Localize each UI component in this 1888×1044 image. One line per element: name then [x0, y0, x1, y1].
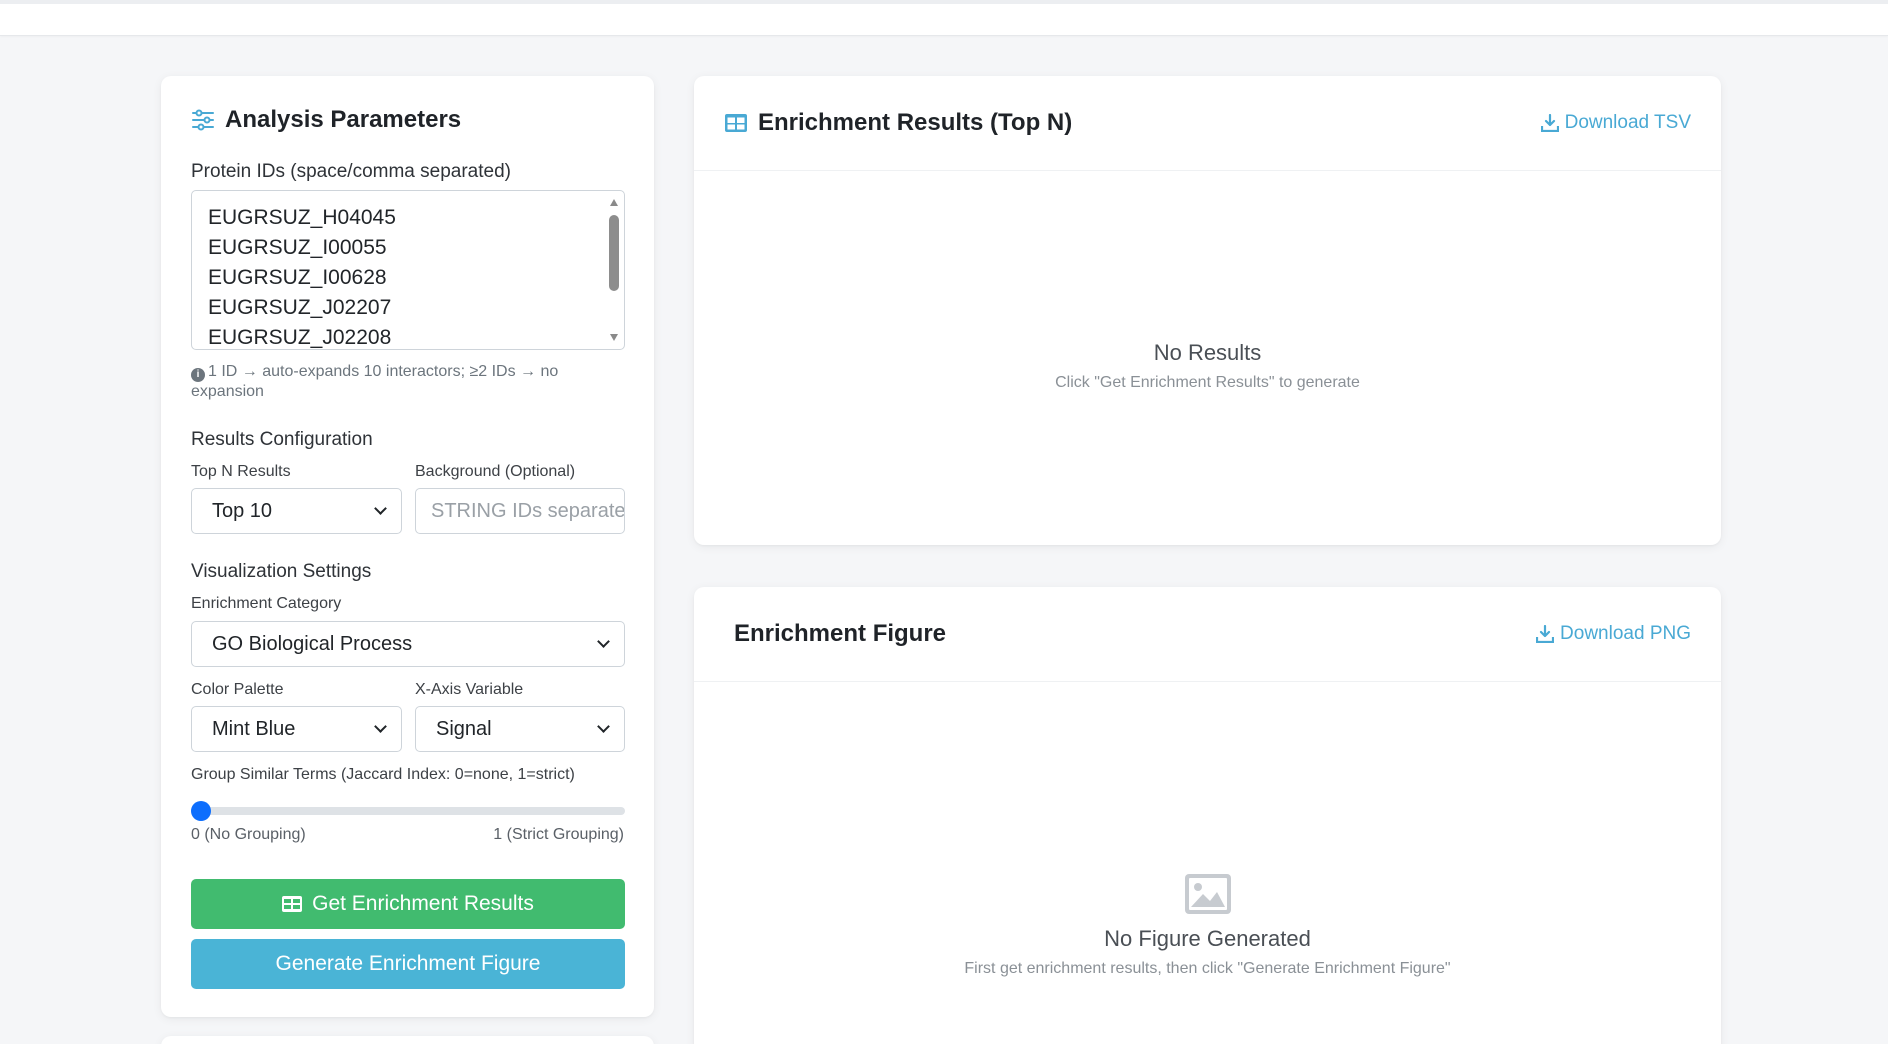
- analysis-parameters-title: Analysis Parameters: [225, 106, 462, 133]
- enrichment-category-value: GO Biological Process: [212, 632, 413, 655]
- chevron-down-icon: [374, 502, 387, 515]
- enrichment-figure-title: Enrichment Figure: [734, 620, 947, 647]
- top-n-select[interactable]: Top 10: [191, 488, 402, 534]
- enrichment-results-header: Enrichment Results (Top N) Download TSV: [694, 76, 1721, 171]
- download-icon: [1536, 625, 1555, 643]
- chevron-down-icon: [597, 720, 610, 733]
- secondary-card: [161, 1036, 654, 1044]
- background-placeholder: STRING IDs separated: [431, 499, 625, 522]
- slider-thumb[interactable]: [191, 801, 211, 821]
- enrichment-results-title: Enrichment Results (Top N): [758, 109, 1073, 136]
- textarea-scrollbar[interactable]: [606, 193, 622, 347]
- x-axis-value: Signal: [436, 717, 492, 740]
- table-icon: [725, 114, 747, 132]
- image-icon: [1184, 874, 1231, 914]
- table-icon: [282, 896, 303, 912]
- enrichment-category-select[interactable]: GO Biological Process: [191, 621, 625, 667]
- download-tsv-link[interactable]: Download TSV: [1540, 112, 1691, 134]
- protein-ids-textarea[interactable]: EUGRSUZ_H04045 EUGRSUZ_I00055 EUGRSUZ_I006…: [191, 190, 625, 350]
- protein-ids-hint: i1 ID → auto-expands 10 interactors; ≥2 …: [191, 362, 625, 402]
- group-similar-terms-label: Group Similar Terms (Jaccard Index: 0=no…: [191, 766, 575, 783]
- generate-enrichment-figure-button[interactable]: Generate Enrichment Figure: [191, 939, 625, 989]
- protein-id-line: EUGRSUZ_I00628: [208, 266, 387, 289]
- get-enrichment-results-label: Get Enrichment Results: [312, 892, 534, 915]
- visualization-settings-heading: Visualization Settings: [191, 561, 372, 582]
- figure-empty-state: No Figure Generated First get enrichment…: [694, 874, 1721, 978]
- scroll-up-arrow-icon[interactable]: [610, 199, 618, 206]
- results-empty-subtitle: Click "Get Enrichment Results" to genera…: [1055, 374, 1360, 391]
- get-enrichment-results-button[interactable]: Get Enrichment Results: [191, 879, 625, 929]
- enrichment-results-title-group: Enrichment Results (Top N): [724, 109, 1072, 137]
- top-n-value: Top 10: [212, 499, 273, 522]
- download-tsv-label: Download TSV: [1564, 112, 1691, 133]
- background-input[interactable]: STRING IDs separated: [415, 488, 625, 534]
- protein-id-line: EUGRSUZ_I00055: [208, 236, 387, 259]
- figure-empty-subtitle: First get enrichment results, then click…: [964, 960, 1451, 977]
- enrichment-category-label: Enrichment Category: [191, 595, 342, 612]
- protein-ids-list: EUGRSUZ_H04045 EUGRSUZ_I00055 EUGRSUZ_I006…: [192, 191, 624, 349]
- protein-id-line: EUGRSUZ_J02208: [208, 326, 392, 349]
- info-icon: i: [191, 368, 205, 382]
- background-label: Background (Optional): [415, 463, 576, 480]
- download-png-label: Download PNG: [1560, 623, 1691, 644]
- slider-max-label: 1 (Strict Grouping): [493, 826, 624, 843]
- chevron-down-icon: [374, 720, 387, 733]
- x-axis-select[interactable]: Signal: [415, 706, 625, 752]
- download-png-link[interactable]: Download PNG: [1536, 623, 1691, 645]
- figure-empty-title: No Figure Generated: [1104, 926, 1311, 951]
- color-palette-select[interactable]: Mint Blue: [191, 706, 402, 752]
- results-empty-state: No Results Click "Get Enrichment Results…: [694, 340, 1721, 392]
- protein-ids-label: Protein IDs (space/comma separated): [191, 161, 511, 182]
- generate-enrichment-figure-label: Generate Enrichment Figure: [275, 952, 541, 975]
- download-icon: [1540, 114, 1559, 132]
- enrichment-results-card: Enrichment Results (Top N) Download TSV …: [694, 76, 1721, 545]
- results-config-heading: Results Configuration: [191, 429, 373, 450]
- chevron-down-icon: [597, 635, 610, 648]
- top-n-label: Top N Results: [191, 463, 291, 480]
- slider-min-label: 0 (No Grouping): [191, 826, 306, 843]
- sliders-icon: [192, 109, 214, 131]
- group-similar-terms-slider[interactable]: [191, 807, 625, 815]
- scroll-thumb[interactable]: [609, 215, 619, 291]
- protein-id-line: EUGRSUZ_J02207: [208, 296, 392, 319]
- color-palette-value: Mint Blue: [212, 717, 296, 740]
- top-navbar: [0, 0, 1888, 36]
- analysis-parameters-card: Analysis Parameters Protein IDs (space/c…: [161, 76, 654, 1017]
- scroll-down-arrow-icon[interactable]: [610, 334, 618, 341]
- color-palette-label: Color Palette: [191, 681, 284, 698]
- enrichment-figure-card: Enrichment Figure Download PNG No Figure…: [694, 587, 1721, 1044]
- analysis-parameters-header: Analysis Parameters: [191, 106, 461, 134]
- protein-id-line: EUGRSUZ_H04045: [208, 206, 396, 229]
- x-axis-label: X-Axis Variable: [415, 681, 524, 698]
- hint-text: 1 ID → auto-expands 10 interactors; ≥2 I…: [191, 363, 559, 400]
- results-empty-title: No Results: [1153, 340, 1262, 365]
- enrichment-figure-header: Enrichment Figure Download PNG: [694, 587, 1721, 682]
